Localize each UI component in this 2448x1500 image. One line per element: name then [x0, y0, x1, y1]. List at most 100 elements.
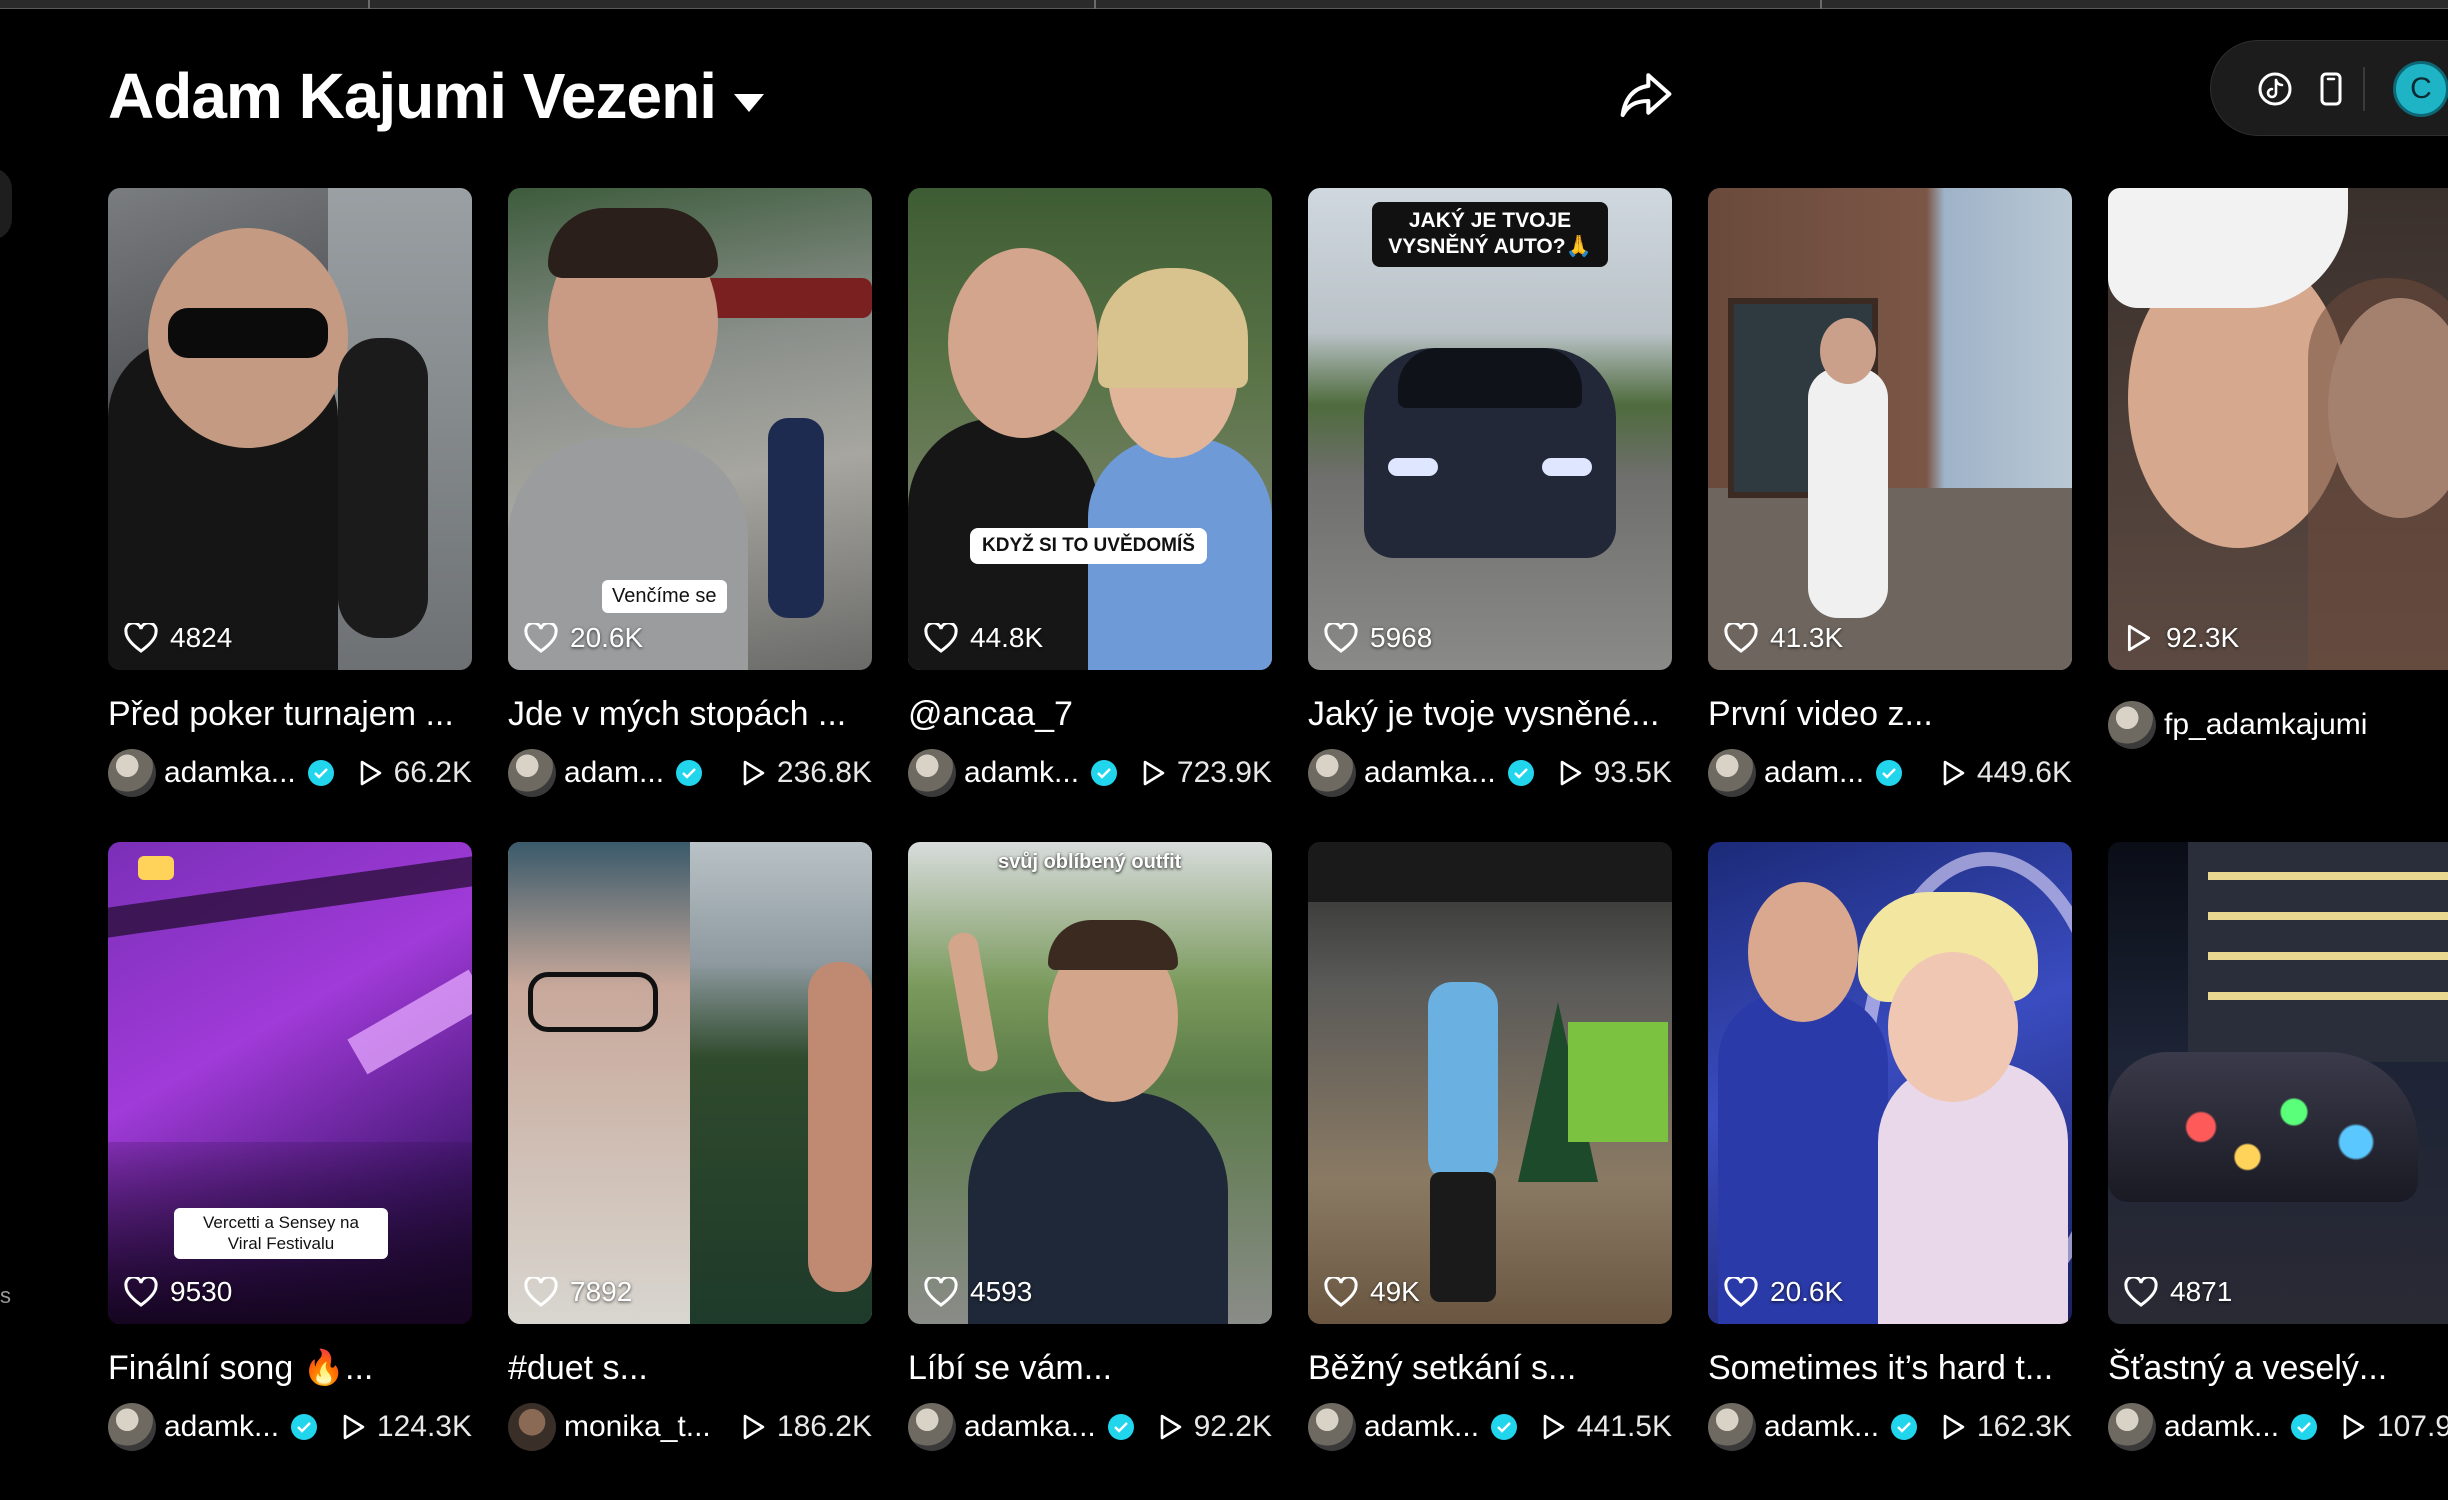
user-avatar[interactable] — [1308, 749, 1356, 797]
video-thumbnail[interactable]: 4824 — [108, 188, 472, 670]
like-count-value: 4824 — [170, 622, 233, 653]
video-thumbnail[interactable]: svůj oblíbený outfit 4593 — [908, 842, 1272, 1324]
phone-icon[interactable] — [2311, 69, 2351, 109]
user-avatar[interactable] — [2108, 1403, 2156, 1451]
video-thumbnail[interactable]: KDYŽ SI TO UVĚDOMÍŠ 44.8K — [908, 188, 1272, 670]
video-title[interactable]: Před poker turnajem ... — [108, 692, 472, 736]
video-title[interactable]: První video z... — [1708, 692, 2072, 736]
video-overlay-text: Venčíme se — [602, 580, 727, 613]
video-card[interactable]: 4824 Před poker turnajem ... adamka... 6… — [108, 188, 472, 798]
video-title[interactable]: Jde v mých stopách ... — [508, 692, 872, 736]
video-card[interactable]: KDYŽ SI TO UVĚDOMÍŠ 44.8K @ancaa_7 adamk… — [908, 188, 1272, 798]
collection-title[interactable]: Adam Kajumi Vezeni — [108, 59, 717, 133]
video-card[interactable]: 92.3K fp_adamkajumi — [2108, 188, 2448, 750]
video-card[interactable]: Vercetti a Sensey na Viral Festivalu 953… — [108, 842, 472, 1452]
play-count: 449.6K — [1941, 756, 2072, 790]
user-avatar[interactable] — [908, 1403, 956, 1451]
collection-header: Adam Kajumi Vezeni — [108, 58, 764, 134]
video-title[interactable]: Jaký je tvoje vysněné... — [1308, 692, 1672, 736]
play-count: 124.3K — [341, 1410, 472, 1444]
video-card[interactable]: 7892 #duet s... monika_t... 186.2K — [508, 842, 872, 1452]
collapse-handle[interactable] — [0, 168, 12, 240]
video-meta: adamk... 162.3K — [1708, 1402, 2072, 1452]
like-count: 4871 — [2124, 1276, 2232, 1308]
video-overlay-text: svůj oblíbený outfit — [998, 851, 1182, 873]
video-card[interactable]: 4871 Šťastný a veselý... adamk... 107.9K — [2108, 842, 2448, 1452]
chevron-down-icon[interactable] — [733, 94, 764, 112]
video-card[interactable]: 20.6K Sometimes it’s hard t... adamk... … — [1708, 842, 2072, 1452]
video-thumbnail[interactable]: 4871 — [2108, 842, 2448, 1324]
tiktok-icon[interactable] — [2255, 69, 2295, 109]
heart-icon — [1724, 1277, 1758, 1307]
heart-icon — [124, 623, 158, 653]
car-headlight — [1542, 458, 1592, 476]
video-title[interactable]: #duet s... — [508, 1346, 872, 1390]
user-avatar[interactable] — [108, 749, 156, 797]
video-thumbnail[interactable]: 7892 — [508, 842, 872, 1324]
play-count: 92.2K — [1158, 1410, 1272, 1444]
play-icon — [2127, 624, 2151, 652]
video-title[interactable]: Líbí se vám... — [908, 1346, 1272, 1390]
username[interactable]: adam... — [1764, 756, 1864, 790]
like-count-value: 49K — [1370, 1276, 1420, 1307]
username[interactable]: adamk... — [1364, 1410, 1479, 1444]
verified-icon — [1491, 1414, 1518, 1440]
user-avatar[interactable] — [1708, 1403, 1756, 1451]
heart-icon — [2124, 1277, 2158, 1307]
play-icon — [743, 760, 765, 786]
video-title[interactable]: Šťastný a veselý... — [2108, 1346, 2448, 1390]
username[interactable]: fp_adamkajumi — [2164, 708, 2367, 742]
verified-icon — [1876, 760, 1903, 786]
video-thumbnail[interactable]: 41.3K — [1708, 188, 2072, 670]
video-thumbnail[interactable]: 49K — [1308, 842, 1672, 1324]
video-thumbnail[interactable]: Venčíme se 20.6K — [508, 188, 872, 670]
username[interactable]: adamk... — [2164, 1410, 2279, 1444]
username[interactable]: adamka... — [1364, 756, 1496, 790]
user-avatar[interactable] — [1308, 1403, 1356, 1451]
verified-icon — [2290, 1414, 2317, 1440]
video-card[interactable]: Venčíme se 20.6K Jde v mých stopách ... … — [508, 188, 872, 798]
play-count: 186.2K — [741, 1410, 872, 1444]
second-head — [1888, 952, 2018, 1102]
username[interactable]: monika_t... — [564, 1410, 711, 1444]
video-thumbnail[interactable]: Vercetti a Sensey na Viral Festivalu 953… — [108, 842, 472, 1324]
profile-avatar[interactable]: C — [2393, 61, 2448, 117]
video-card[interactable]: svůj oblíbený outfit 4593 Líbí se vám...… — [908, 842, 1272, 1452]
user-avatar[interactable] — [508, 749, 556, 797]
username[interactable]: adamk... — [164, 1410, 279, 1444]
person-hair — [548, 208, 718, 278]
username[interactable]: adamk... — [1764, 1410, 1879, 1444]
car-windshield — [1398, 348, 1582, 408]
video-title[interactable]: Běžný setkání s... — [1308, 1346, 1672, 1390]
share-icon[interactable] — [1618, 66, 1674, 122]
username[interactable]: adam... — [564, 756, 664, 790]
lights-car — [2108, 1052, 2418, 1202]
username[interactable]: adamka... — [164, 756, 296, 790]
username[interactable]: adamk... — [964, 756, 1079, 790]
play-icon — [343, 1414, 365, 1440]
raised-finger — [946, 930, 1000, 1074]
video-title[interactable]: Sometimes it’s hard t... — [1708, 1346, 2072, 1390]
video-card[interactable]: 49K Běžný setkání s... adamk... 441.5K — [1308, 842, 1672, 1452]
user-avatar[interactable] — [108, 1403, 156, 1451]
user-avatar[interactable] — [2108, 701, 2156, 749]
video-thumbnail[interactable]: JAKÝ JE TVOJE VYSNĚNÝ AUTO?🙏 5968 — [1308, 188, 1672, 670]
heart-icon — [1724, 623, 1758, 653]
video-thumbnail[interactable]: 20.6K — [1708, 842, 2072, 1324]
video-title[interactable]: Finální song 🔥... — [108, 1346, 472, 1390]
user-avatar[interactable] — [1708, 749, 1756, 797]
video-card[interactable]: JAKÝ JE TVOJE VYSNĚNÝ AUTO?🙏 5968 Jaký j… — [1308, 188, 1672, 798]
username[interactable]: adamka... — [964, 1410, 1096, 1444]
tab-divider — [1094, 0, 1096, 9]
user-avatar[interactable] — [508, 1403, 556, 1451]
verified-icon — [307, 760, 334, 786]
user-avatar[interactable] — [908, 749, 956, 797]
video-thumbnail[interactable]: 92.3K — [2108, 188, 2448, 670]
video-title[interactable]: @ancaa_7 — [908, 692, 1272, 736]
video-meta: adamk... 441.5K — [1308, 1402, 1672, 1452]
floating-toolbar: C — [2210, 40, 2448, 136]
video-card[interactable]: 41.3K První video z... adam... 449.6K — [1708, 188, 2072, 798]
play-icon — [1143, 760, 1165, 786]
play-count: 107.9K — [2341, 1410, 2448, 1444]
like-count-value: 44.8K — [970, 622, 1044, 653]
